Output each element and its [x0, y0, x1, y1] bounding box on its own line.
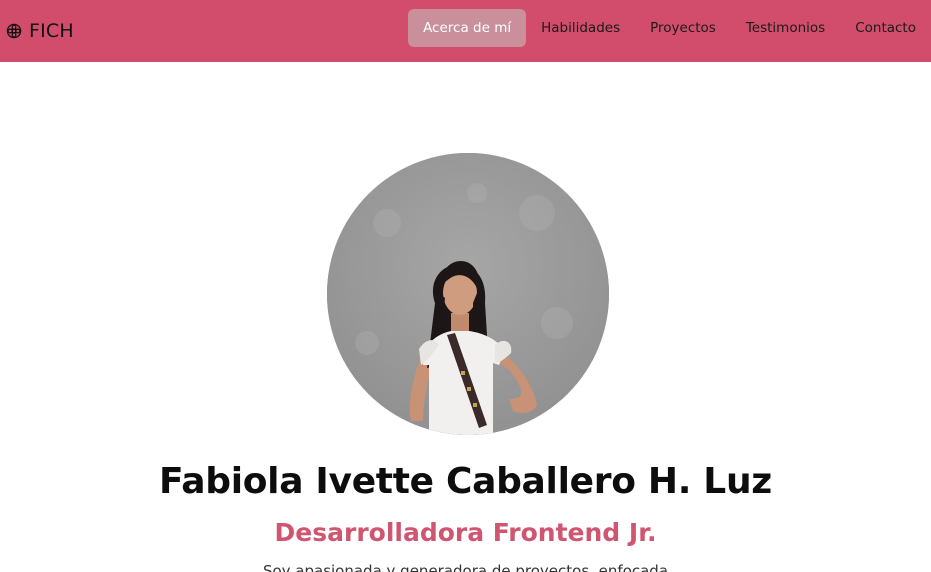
profile-role: Desarrolladora Frontend Jr.	[274, 518, 657, 547]
brand[interactable]: FICH	[6, 0, 74, 62]
nav-link-acerca[interactable]: Acerca de mí	[408, 9, 527, 47]
profile-name: Fabiola Ivette Caballero H. Luz	[159, 461, 772, 502]
profile-photo	[327, 153, 609, 435]
nav-link-proyectos[interactable]: Proyectos	[635, 9, 731, 47]
hero-section: Fabiola Ivette Caballero H. Luz Desarrol…	[0, 62, 931, 572]
nav-link-contacto[interactable]: Contacto	[840, 9, 931, 47]
main-nav: Acerca de mí Habilidades Proyectos Testi…	[408, 9, 931, 47]
navbar: FICH Acerca de mí Habilidades Proyectos …	[0, 0, 931, 62]
flower-icon	[6, 23, 22, 39]
profile-bio: Soy apasionada y generadora de proyectos…	[262, 562, 669, 572]
nav-link-testimonios[interactable]: Testimonios	[731, 9, 840, 47]
brand-text: FICH	[29, 20, 74, 42]
nav-link-habilidades[interactable]: Habilidades	[526, 9, 635, 47]
